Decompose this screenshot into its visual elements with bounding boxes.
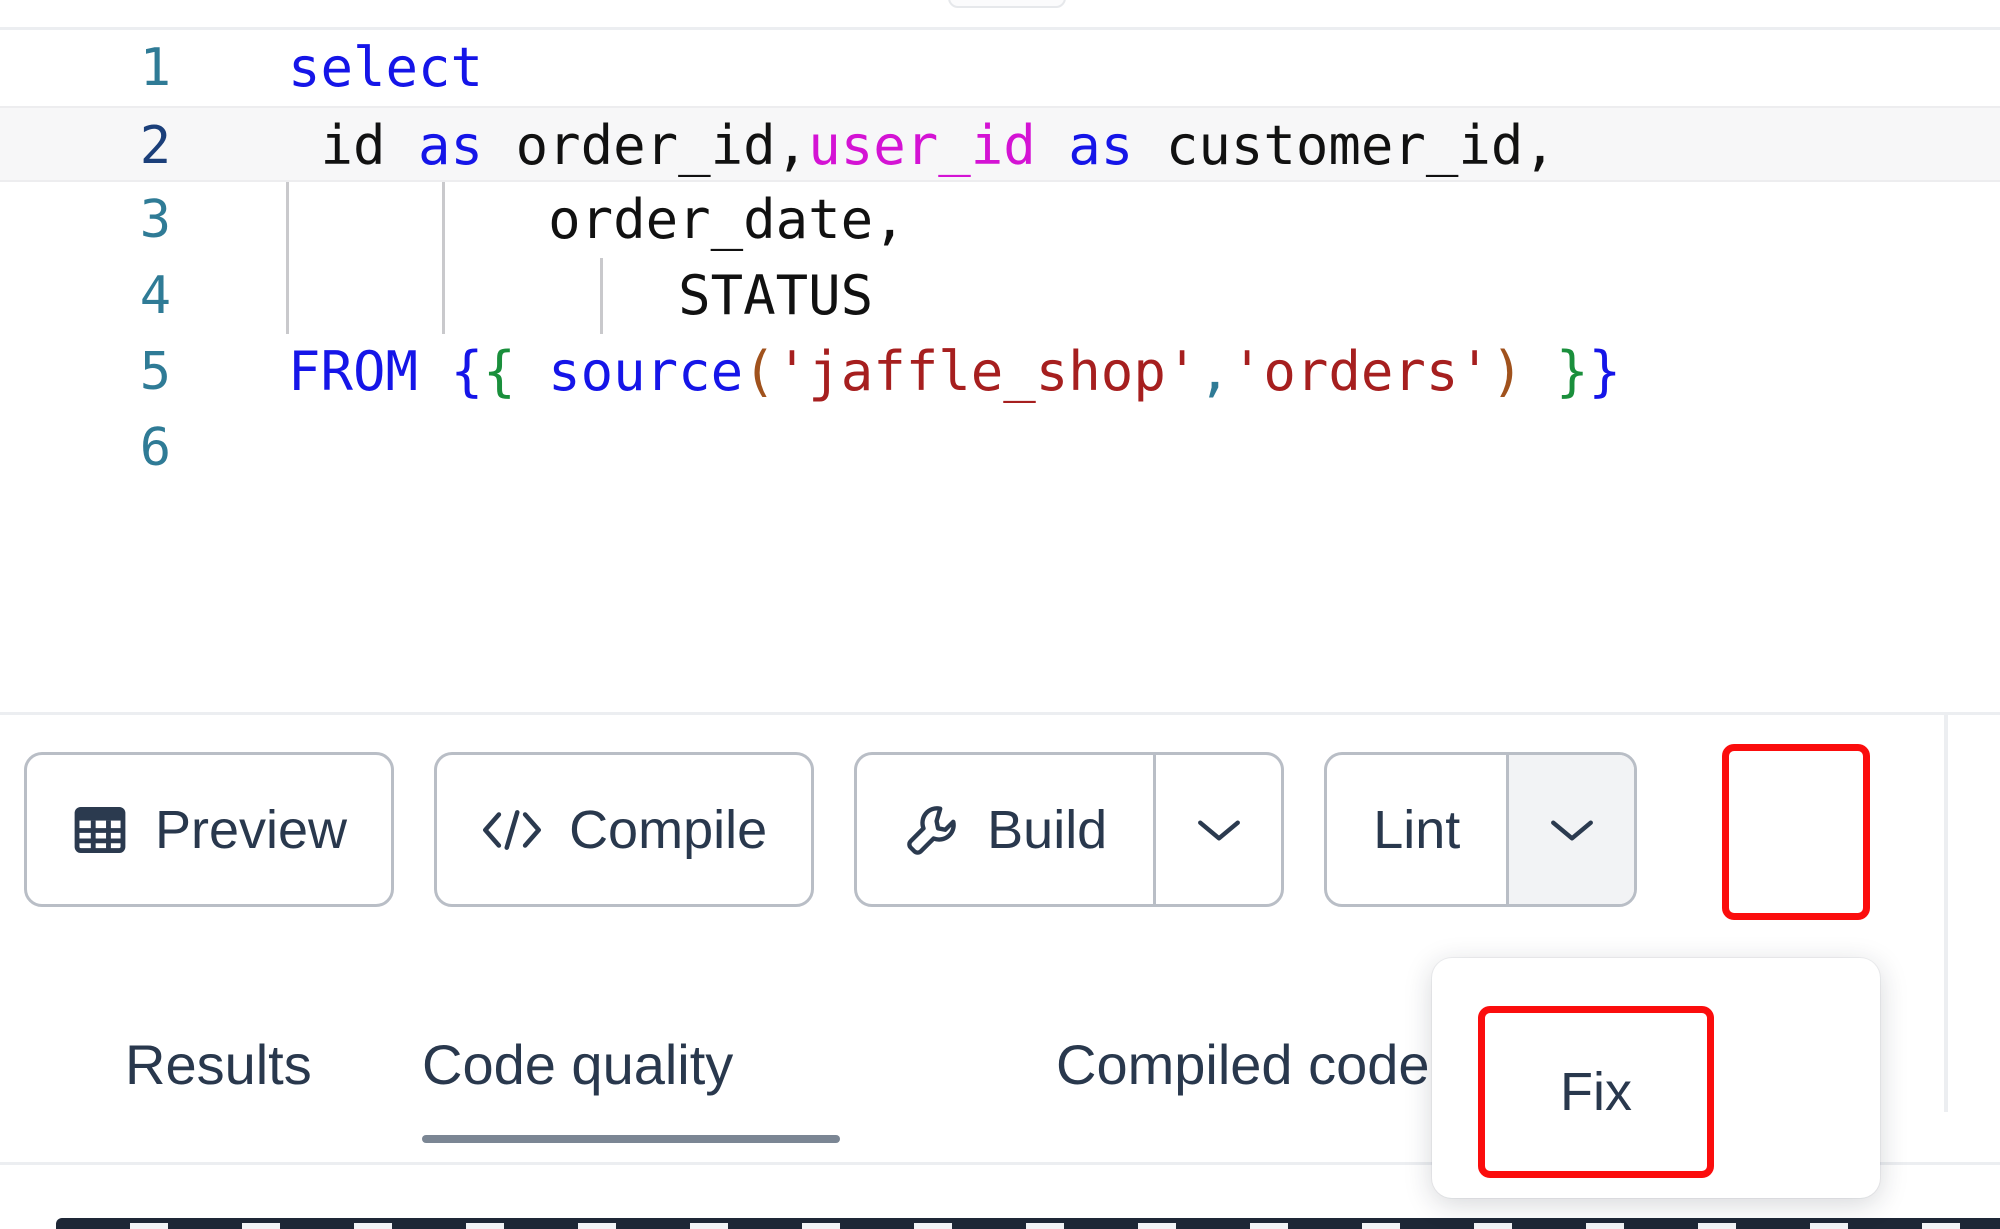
line-number: 2 xyxy=(139,116,171,176)
code-line[interactable]: 1 select xyxy=(0,30,2000,106)
lint-fix-menu-item-label: Fix xyxy=(1560,1062,1632,1122)
code-line[interactable]: 5 FROM {{ source('jaffle_shop','orders')… xyxy=(0,334,2000,410)
active-tab-underline xyxy=(422,1135,840,1143)
code-line-text: id as order_id,user_id as customer_id, xyxy=(288,108,1556,184)
code-token: ( xyxy=(743,340,776,403)
line-number: 4 xyxy=(139,266,171,326)
code-token: id xyxy=(288,114,419,177)
preview-button[interactable]: Preview xyxy=(24,752,395,907)
code-line-active[interactable]: 2 id as order_id,user_id as customer_id, xyxy=(0,106,2000,182)
code-line-text: FROM {{ source('jaffle_shop','orders') }… xyxy=(288,334,1621,410)
build-dropdown-toggle[interactable] xyxy=(1153,755,1281,904)
annotation-box-lint-dropdown-toggle xyxy=(1722,744,1870,920)
code-line[interactable]: 4 STATUS xyxy=(0,258,2000,334)
code-token: { xyxy=(483,340,516,403)
chevron-down-icon xyxy=(1547,814,1597,846)
lint-dropdown-toggle[interactable] xyxy=(1506,755,1635,904)
code-token: select xyxy=(288,36,484,99)
wrench-icon xyxy=(903,801,961,859)
build-split-button: Build xyxy=(854,752,1285,907)
code-line-text: order_date, xyxy=(288,182,906,258)
preview-button-label: Preview xyxy=(155,799,348,860)
compile-button-label: Compile xyxy=(569,799,768,860)
tab-results[interactable]: Results xyxy=(125,1010,312,1160)
tab-label: Compiled code xyxy=(1056,1033,1430,1096)
dbt-cloud-ide-editor-pane: 1 select 2 id as order_id,user_id as cus… xyxy=(0,0,2000,1229)
code-token: { xyxy=(450,340,484,403)
code-line[interactable]: 6 xyxy=(0,410,2000,486)
lint-fix-menu-item[interactable]: Fix xyxy=(1478,1006,1714,1178)
lint-dropdown-menu: Fix xyxy=(1432,958,1880,1198)
build-button[interactable]: Build xyxy=(857,755,1153,904)
code-token: as xyxy=(1068,114,1134,177)
code-token: order_date, xyxy=(288,188,906,251)
chevron-down-icon xyxy=(1194,814,1244,846)
code-token: } xyxy=(1588,340,1622,403)
code-line[interactable]: 3 order_date, xyxy=(0,182,2000,258)
code-token: ) xyxy=(1490,340,1524,403)
line-number: 3 xyxy=(139,190,171,250)
editor-results-divider xyxy=(0,712,2000,715)
sql-code-editor[interactable]: 1 select 2 id as order_id,user_id as cus… xyxy=(0,30,2000,710)
bottom-panel-content xyxy=(56,1223,2000,1229)
code-line-text: STATUS xyxy=(288,258,873,334)
line-number: 5 xyxy=(139,342,171,402)
bottom-status-panel xyxy=(56,1218,2000,1229)
compile-button[interactable]: Compile xyxy=(434,752,815,907)
code-token: order_id, xyxy=(483,114,809,177)
code-token: as xyxy=(418,114,484,177)
code-brackets-icon xyxy=(481,803,543,857)
line-number: 6 xyxy=(139,418,171,478)
code-line-text: select xyxy=(288,30,483,106)
build-button-label: Build xyxy=(987,799,1108,860)
code-token: 'jaffle_shop' xyxy=(775,340,1199,403)
code-token: FROM xyxy=(288,340,419,403)
code-token: , xyxy=(1198,340,1231,403)
tab-compiled-code[interactable]: Compiled code xyxy=(1056,1010,1430,1160)
partial-toolbar-button-above xyxy=(948,0,1066,8)
lint-split-button: Lint xyxy=(1324,752,1638,907)
lint-button[interactable]: Lint xyxy=(1327,755,1506,904)
code-token: customer_id, xyxy=(1133,114,1556,177)
code-token: user_id xyxy=(808,114,1036,177)
tab-label: Code quality xyxy=(422,1033,734,1096)
line-number: 1 xyxy=(139,38,171,98)
table-icon xyxy=(71,801,129,859)
lint-button-label: Lint xyxy=(1373,799,1461,860)
code-token: STATUS xyxy=(288,264,874,327)
code-token: source xyxy=(548,340,744,403)
editor-action-toolbar: Preview Compile Build Lint xyxy=(24,752,1638,907)
tab-label: Results xyxy=(125,1033,312,1096)
code-token: 'orders' xyxy=(1230,340,1491,403)
code-token: } xyxy=(1555,340,1589,403)
